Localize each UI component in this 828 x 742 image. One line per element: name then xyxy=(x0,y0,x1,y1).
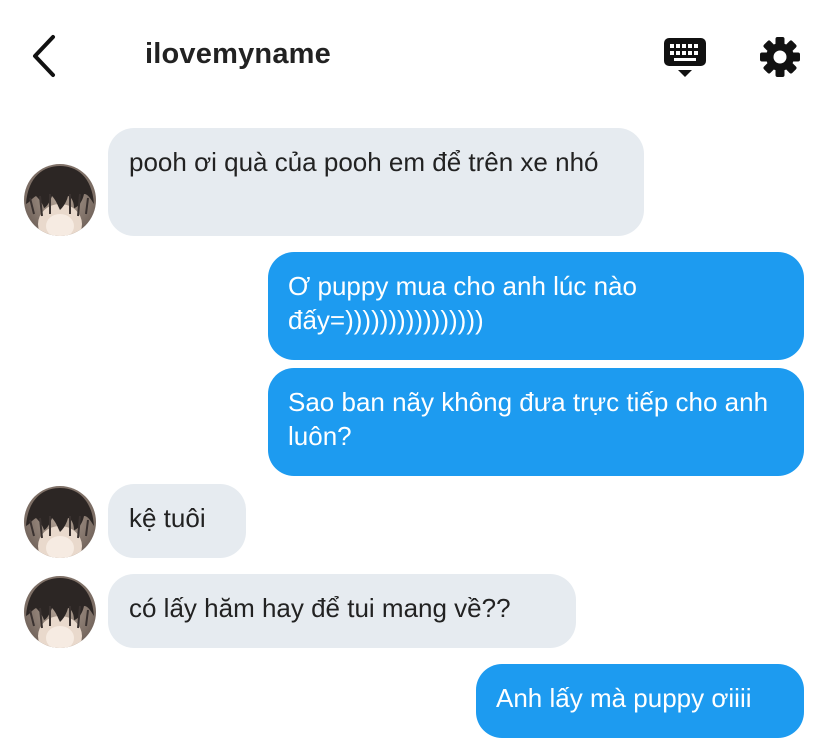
message-text: Ơ puppy mua cho anh lúc nào đấy=))))))))… xyxy=(288,271,637,335)
message-text: kệ tuôi xyxy=(129,503,206,533)
gear-icon xyxy=(760,37,800,77)
chevron-left-icon xyxy=(33,35,55,77)
avatar[interactable] xyxy=(24,576,96,648)
message-bubble-incoming[interactable]: có lấy hăm hay để tui mang về?? xyxy=(108,574,576,648)
back-button[interactable] xyxy=(26,34,66,78)
avatar-image xyxy=(24,486,96,558)
avatar-image xyxy=(24,164,96,236)
message-bubble-outgoing[interactable]: Ơ puppy mua cho anh lúc nào đấy=))))))))… xyxy=(268,252,804,360)
avatar[interactable] xyxy=(24,164,96,236)
message-text: Anh lấy mà puppy ơiiii xyxy=(496,683,752,713)
keyboard-button[interactable] xyxy=(662,36,708,80)
page-title[interactable]: ilovemyname xyxy=(145,38,331,71)
message-bubble-incoming[interactable]: pooh ơi quà của pooh em để trên xe nhó xyxy=(108,128,644,236)
chat-header: ilovemyname xyxy=(0,0,828,110)
message-text: pooh ơi quà của pooh em để trên xe nhó xyxy=(129,147,599,177)
avatar-image xyxy=(24,576,96,648)
message-text: Sao ban nãy không đưa trực tiếp cho anh … xyxy=(288,387,769,451)
message-bubble-incoming[interactable]: kệ tuôi xyxy=(108,484,246,558)
message-bubble-outgoing[interactable]: Sao ban nãy không đưa trực tiếp cho anh … xyxy=(268,368,804,476)
message-text: có lấy hăm hay để tui mang về?? xyxy=(129,593,511,623)
avatar[interactable] xyxy=(24,486,96,558)
message-bubble-outgoing[interactable]: Anh lấy mà puppy ơiiii xyxy=(476,664,804,738)
keyboard-icon xyxy=(664,38,706,77)
settings-button[interactable] xyxy=(758,35,802,79)
